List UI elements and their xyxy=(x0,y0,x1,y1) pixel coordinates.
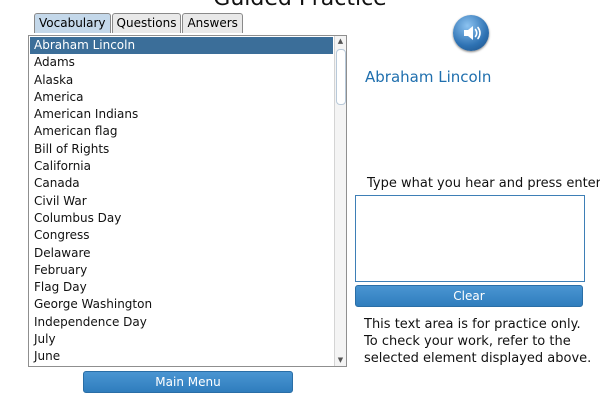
vocabulary-list-item[interactable]: Independence Day xyxy=(30,314,333,331)
vocabulary-list-item[interactable]: Congress xyxy=(30,227,333,244)
practice-text-area[interactable] xyxy=(355,195,585,282)
scrollbar-thumb[interactable] xyxy=(336,49,346,105)
vocabulary-list-item[interactable]: Flag Day xyxy=(30,279,333,296)
vocabulary-list: Abraham Lincoln Adams Alaska America America… xyxy=(30,37,333,366)
speaker-button[interactable] xyxy=(453,15,489,51)
vocabulary-list-item[interactable]: Delaware xyxy=(30,245,333,262)
vocabulary-listbox[interactable]: Abraham Lincoln Adams Alaska America America… xyxy=(28,35,347,367)
vocabulary-list-item[interactable]: July xyxy=(30,331,333,348)
practice-instruction: Type what you hear and press enter. xyxy=(367,176,600,191)
main-menu-button[interactable]: Main Menu xyxy=(83,371,293,393)
vocabulary-list-item[interactable]: American Indians xyxy=(30,106,333,123)
tab-answers[interactable]: Answers xyxy=(182,13,243,33)
vocabulary-list-item[interactable]: Canada xyxy=(30,175,333,192)
vocabulary-list-item[interactable]: June xyxy=(30,348,333,365)
vocabulary-list-item[interactable]: Bill of Rights xyxy=(30,141,333,158)
practice-note-line: selected element displayed above. xyxy=(364,351,592,366)
vocabulary-list-item[interactable]: America xyxy=(30,89,333,106)
tab-bar: Vocabulary Questions Answers xyxy=(34,13,243,33)
practice-note-line: This text area is for practice only. xyxy=(364,317,581,332)
vocabulary-list-item[interactable]: Abraham Lincoln xyxy=(30,37,333,55)
vocabulary-list-item[interactable]: George Washington xyxy=(30,296,333,313)
speaker-icon xyxy=(464,26,481,40)
vocabulary-list-item[interactable]: Alaska xyxy=(30,72,333,89)
selected-word-display: Abraham Lincoln xyxy=(365,68,492,86)
scroll-down-arrow-icon[interactable]: ▼ xyxy=(335,355,346,366)
vocabulary-list-item[interactable]: February xyxy=(30,262,333,279)
scroll-up-arrow-icon[interactable]: ▲ xyxy=(335,36,346,47)
vocabulary-list-item[interactable]: American flag xyxy=(30,123,333,140)
page-title: Guided Practice xyxy=(0,0,600,11)
vocabulary-list-item[interactable]: Columbus Day xyxy=(30,210,333,227)
tab-vocabulary[interactable]: Vocabulary xyxy=(34,13,111,33)
vocabulary-list-item[interactable]: California xyxy=(30,158,333,175)
practice-note: This text area is for practice only. To … xyxy=(364,316,594,367)
practice-note-line: To check your work, refer to the xyxy=(364,334,571,349)
tab-questions[interactable]: Questions xyxy=(111,13,182,33)
vocabulary-list-item[interactable]: Civil War xyxy=(30,193,333,210)
clear-button[interactable]: Clear xyxy=(355,285,583,307)
vocabulary-list-item[interactable]: Adams xyxy=(30,54,333,71)
list-scrollbar[interactable]: ▲ ▼ xyxy=(334,36,346,366)
